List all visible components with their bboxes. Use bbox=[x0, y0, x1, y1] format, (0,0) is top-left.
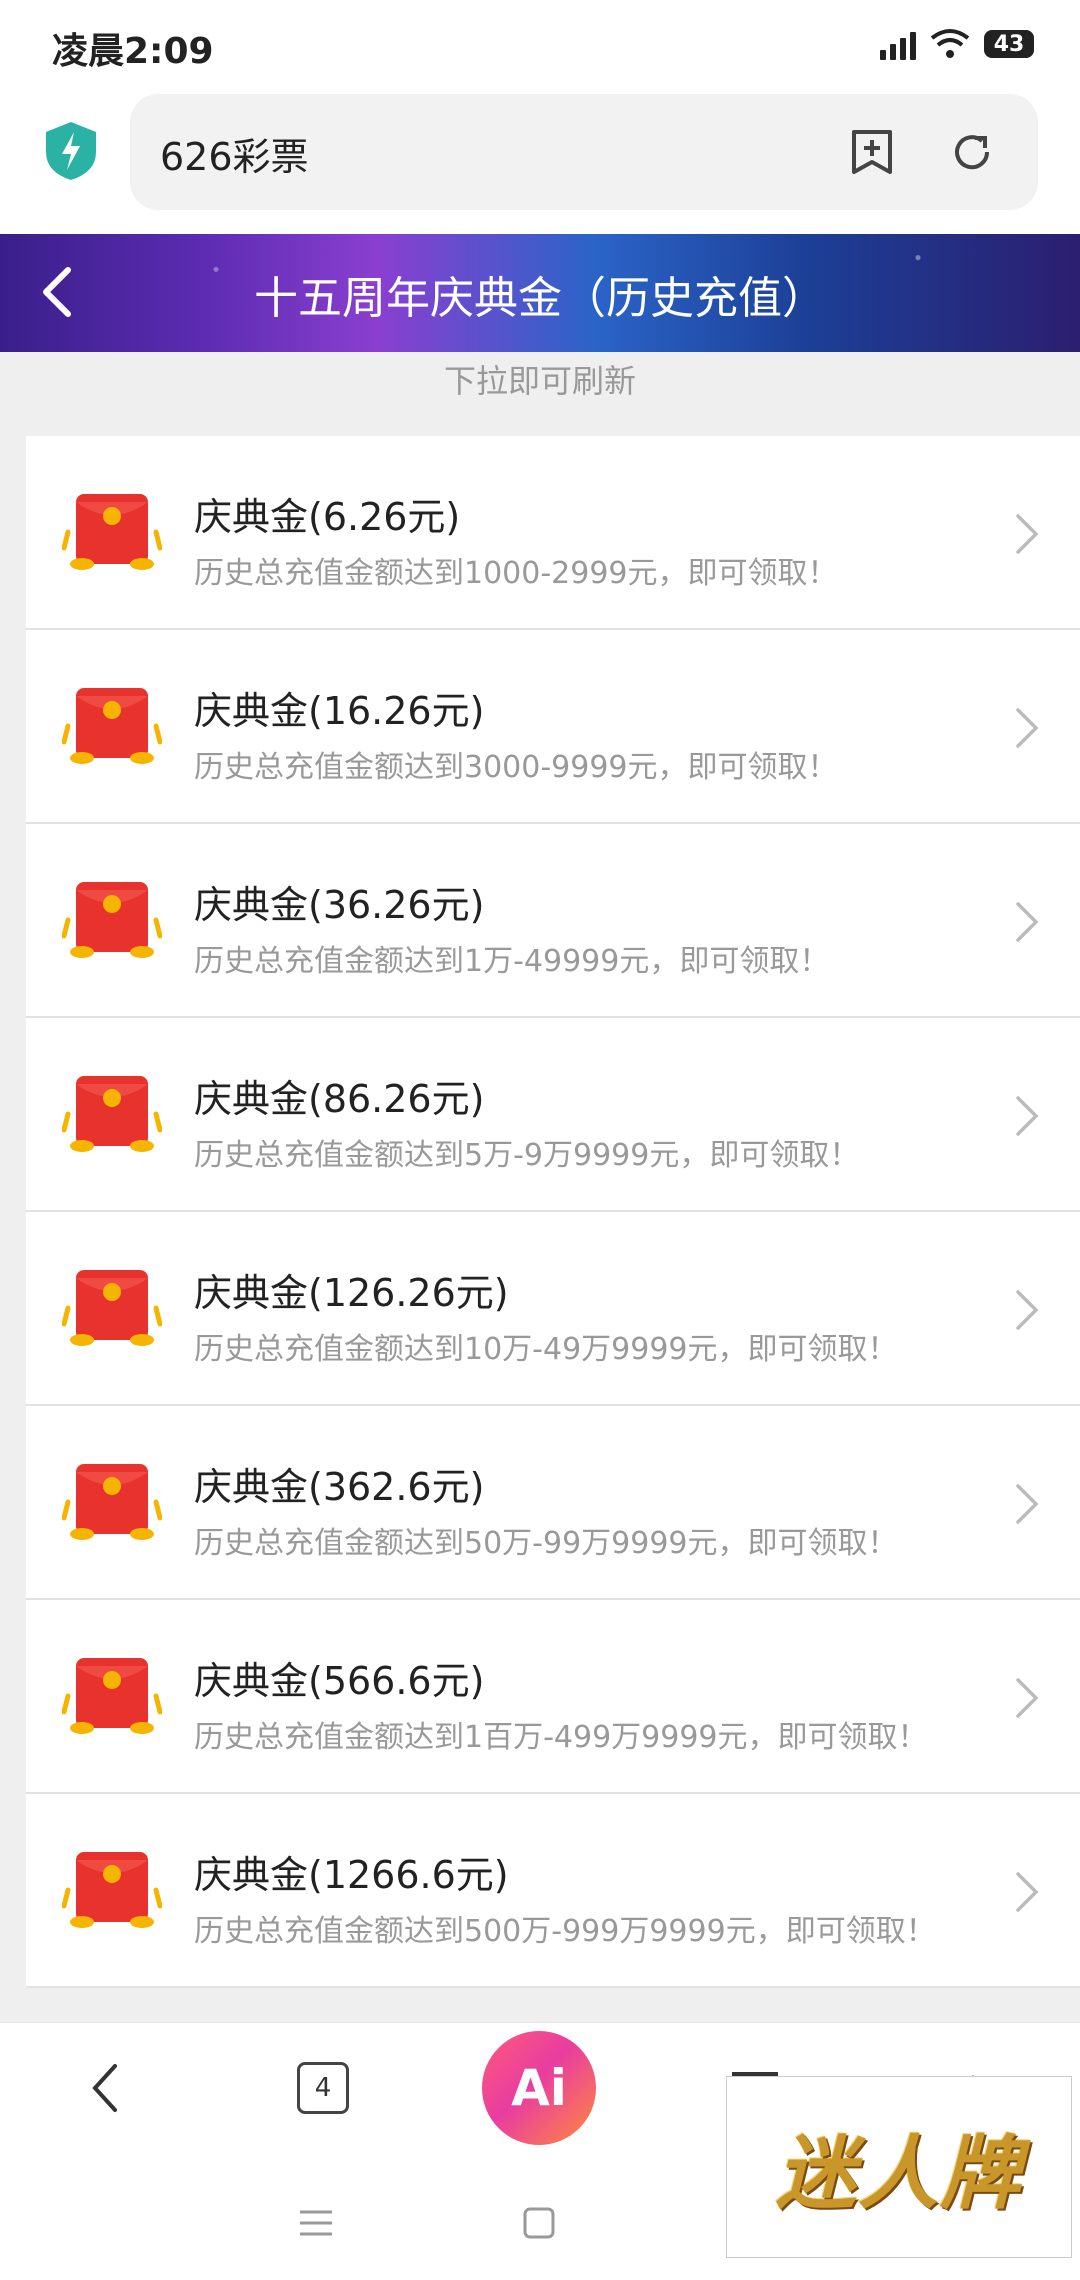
page-header: 十五周年庆典金（历史充值） bbox=[0, 234, 1080, 352]
item-subtitle: 历史总充值金额达到5万-9万9999元，即可领取！ bbox=[194, 1138, 860, 1173]
tabs-icon: 4 bbox=[297, 2062, 349, 2114]
chevron-right-icon bbox=[1016, 1096, 1039, 1136]
item-title: 庆典金(126.26元) bbox=[194, 1271, 509, 1315]
bookmark-add-button[interactable] bbox=[842, 122, 902, 182]
address-bar[interactable]: 626彩票 bbox=[130, 94, 1038, 210]
home-icon[interactable] bbox=[522, 2206, 556, 2240]
content-area[interactable]: 下拉即可刷新 庆典金(6.26元) 历史总充值金额达到1000-2999元，即可领… bbox=[0, 352, 1080, 2022]
list-item[interactable]: 庆典金(6.26元) 历史总充值金额达到1000-2999元，即可领取！ bbox=[26, 436, 1080, 630]
ai-assistant-button[interactable]: Ai bbox=[482, 2031, 596, 2145]
item-subtitle: 历史总充值金额达到1万-49999元，即可领取！ bbox=[194, 944, 830, 979]
chevron-right-icon bbox=[1016, 514, 1039, 554]
item-title: 庆典金(86.26元) bbox=[194, 1077, 485, 1121]
list-item[interactable]: 庆典金(1266.6元) 历史总充值金额达到500万-999万9999元，即可领取… bbox=[26, 1794, 1080, 1988]
item-title: 庆典金(36.26元) bbox=[194, 883, 485, 927]
red-envelope-icon bbox=[62, 1658, 162, 1734]
red-envelope-icon bbox=[62, 1076, 162, 1152]
red-envelope-icon bbox=[62, 1852, 162, 1928]
list-item[interactable]: 庆典金(126.26元) 历史总充值金额达到10万-49万9999元，即可领取！ bbox=[26, 1212, 1080, 1406]
red-envelope-icon bbox=[62, 688, 162, 764]
item-title: 庆典金(362.6元) bbox=[194, 1465, 485, 1509]
chevron-right-icon bbox=[1016, 1290, 1039, 1330]
wifi-icon bbox=[930, 29, 970, 58]
status-time: 凌晨2:09 bbox=[52, 31, 214, 72]
watermark-text: 迷人牌 bbox=[776, 2126, 1022, 2220]
shield-bolt-icon[interactable] bbox=[42, 120, 100, 182]
url-text[interactable]: 626彩票 bbox=[160, 126, 309, 181]
chevron-right-icon bbox=[1016, 708, 1039, 748]
chevron-right-icon bbox=[1016, 902, 1039, 942]
bookmark-add-icon bbox=[852, 130, 892, 174]
chevron-left-icon bbox=[92, 2064, 117, 2112]
chevron-right-icon bbox=[1016, 1678, 1039, 1718]
status-icons: 43 bbox=[880, 24, 1034, 64]
item-subtitle: 历史总充值金额达到50万-99万9999元，即可领取！ bbox=[194, 1526, 898, 1561]
reward-list: 庆典金(6.26元) 历史总充值金额达到1000-2999元，即可领取！ 庆典金(1… bbox=[26, 436, 1080, 1988]
item-title: 庆典金(6.26元) bbox=[194, 495, 461, 539]
item-subtitle: 历史总充值金额达到1000-2999元，即可领取！ bbox=[194, 556, 838, 591]
tabs-button[interactable]: 4 bbox=[288, 2053, 358, 2123]
list-item[interactable]: 庆典金(566.6元) 历史总充值金额达到1百万-499万9999元，即可领取！ bbox=[26, 1600, 1080, 1794]
list-item[interactable]: 庆典金(362.6元) 历史总充值金额达到50万-99万9999元，即可领取！ bbox=[26, 1406, 1080, 1600]
item-subtitle: 历史总充值金额达到1百万-499万9999元，即可领取！ bbox=[194, 1720, 928, 1755]
list-item[interactable]: 庆典金(36.26元) 历史总充值金额达到1万-49999元，即可领取！ bbox=[26, 824, 1080, 1018]
red-envelope-icon bbox=[62, 494, 162, 570]
chevron-right-icon bbox=[1016, 1872, 1039, 1912]
chevron-right-icon bbox=[1016, 1484, 1039, 1524]
back-button[interactable] bbox=[70, 2053, 140, 2123]
browser-toolbar: 626彩票 bbox=[0, 90, 1080, 234]
refresh-button[interactable] bbox=[942, 122, 1002, 182]
signal-icon bbox=[880, 28, 916, 60]
red-envelope-icon bbox=[62, 1270, 162, 1346]
item-title: 庆典金(16.26元) bbox=[194, 689, 485, 733]
watermark-logo: 迷人牌 bbox=[726, 2076, 1072, 2258]
page-title: 十五周年庆典金（历史充值） bbox=[254, 273, 826, 324]
recent-apps-icon[interactable] bbox=[298, 2208, 334, 2238]
status-bar: 凌晨2:09 43 bbox=[0, 0, 1080, 90]
red-envelope-icon bbox=[62, 1464, 162, 1540]
refresh-icon bbox=[955, 135, 990, 170]
pull-to-refresh-hint: 下拉即可刷新 bbox=[443, 362, 636, 400]
item-subtitle: 历史总充值金额达到10万-49万9999元，即可领取！ bbox=[194, 1332, 898, 1367]
battery-icon: 43 bbox=[984, 30, 1034, 58]
item-title: 庆典金(1266.6元) bbox=[194, 1853, 509, 1897]
red-envelope-icon bbox=[62, 882, 162, 958]
item-subtitle: 历史总充值金额达到500万-999万9999元，即可领取！ bbox=[194, 1914, 936, 1949]
item-subtitle: 历史总充值金额达到3000-9999元，即可领取！ bbox=[194, 750, 838, 785]
list-item[interactable]: 庆典金(16.26元) 历史总充值金额达到3000-9999元，即可领取！ bbox=[26, 630, 1080, 824]
item-title: 庆典金(566.6元) bbox=[194, 1659, 485, 1703]
list-item[interactable]: 庆典金(86.26元) 历史总充值金额达到5万-9万9999元，即可领取！ bbox=[26, 1018, 1080, 1212]
